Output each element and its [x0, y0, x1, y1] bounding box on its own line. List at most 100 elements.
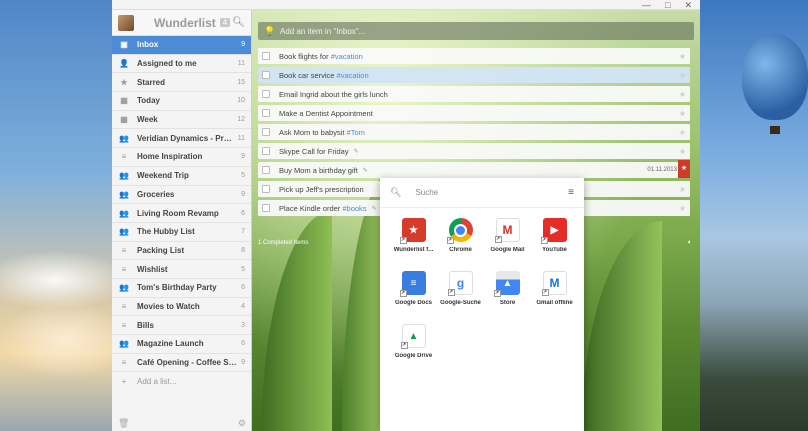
star-icon[interactable]: ★ [679, 90, 686, 99]
task-checkbox[interactable] [262, 147, 270, 155]
sidebar-item[interactable]: ≡ Movies to Watch 4 [112, 298, 251, 317]
sidebar-item[interactable]: 👥 Weekend Trip 5 [112, 167, 251, 186]
task-checkbox[interactable] [262, 204, 270, 212]
notification-badge[interactable]: 4 [219, 18, 231, 27]
gear-icon[interactable]: ⚙ [238, 418, 246, 429]
sidebar-item[interactable]: ▦ Today 10 [112, 92, 251, 111]
star-icon[interactable]: ★ [678, 160, 690, 178]
task-row[interactable]: Buy Mom a birthday gift✎01.11.2013↻★ [258, 160, 690, 178]
sidebar-item-label: Wishlist [137, 264, 168, 274]
sidebar-item[interactable]: 👥 Tom's Birthday Party 6 [112, 279, 251, 298]
sidebar-item-label: Starred [137, 77, 166, 87]
task-title: Make a Dentist Appointment [279, 108, 373, 118]
app-tile[interactable]: ↗ Chrome [437, 218, 484, 253]
task-due-date: 01.11.2013 [647, 167, 677, 173]
task-row[interactable]: Skype Call for Friday ✎ ★ [258, 143, 690, 159]
shared-list-icon: 👥 [119, 189, 129, 199]
sidebar-item-count: 8 [241, 246, 245, 254]
sidebar-item[interactable]: ≡ Wishlist 5 [112, 260, 251, 279]
view-toggle-icon[interactable]: ◐ [688, 239, 692, 246]
app-tile[interactable]: ≡ ↗ Google Docs [390, 271, 437, 306]
sidebar-item[interactable]: 👥 The Hubby List 7 [112, 223, 251, 242]
sidebar-item[interactable]: 👥 Living Room Revamp 6 [112, 204, 251, 223]
sidebar-item-label: Inbox [137, 40, 159, 50]
sidebar-item[interactable]: 👥 Veridian Dynamics - Product...11 [112, 129, 251, 149]
star-icon[interactable]: ★ [679, 52, 686, 61]
sidebar-item[interactable]: ≡ Café Opening - Coffee Supr... 9 [112, 354, 251, 373]
task-checkbox[interactable] [262, 109, 270, 117]
star-icon[interactable]: ★ [679, 185, 686, 194]
star-icon[interactable]: ★ [679, 128, 686, 137]
app-tile[interactable]: g ↗ Google-Suche [437, 271, 484, 306]
sidebar-item[interactable]: ▣ Inbox 9 [112, 36, 251, 55]
avatar[interactable] [118, 14, 134, 31]
task-checkbox[interactable] [262, 52, 270, 60]
balloon-basket-image [770, 126, 780, 134]
star-icon[interactable]: ★ [679, 109, 686, 118]
window-title-bar[interactable]: — □ ✕ [112, 0, 700, 10]
minimize-button[interactable]: — [642, 0, 651, 10]
launcher-search-input[interactable] [415, 188, 569, 197]
task-title: Skype Call for Friday [279, 146, 349, 156]
sidebar-item[interactable]: ▦ Week 12 [112, 111, 251, 130]
sidebar-item[interactable]: 👤 Assigned to me 11 [112, 55, 251, 74]
app-launcher: 🔍︎ ≡ ★↗ Wunderlist f... ↗ Chrome M↗ Google Ma… [380, 178, 584, 431]
task-hashtag[interactable]: #vacation [337, 71, 369, 80]
sidebar-item-count: 15 [237, 78, 245, 86]
hot-air-balloon-image [742, 34, 808, 120]
maximize-button[interactable]: □ [665, 0, 670, 10]
task-hashtag[interactable]: #Tom [347, 128, 365, 137]
sidebar-item-label: Week [137, 115, 158, 125]
task-hashtag[interactable]: #books [342, 204, 366, 213]
task-row[interactable]: Book flights for #vacation ★ [258, 48, 690, 64]
sidebar-item[interactable]: ≡ Packing List 8 [112, 242, 251, 261]
plus-icon: + [121, 376, 127, 386]
task-checkbox[interactable] [262, 90, 270, 98]
shared-list-icon: 👥 [119, 227, 129, 237]
add-list-button[interactable]: + Add a list... [112, 372, 251, 390]
sidebar: Wunderlist 4 🔍︎ ▣ Inbox 9 👤 Assigned to me 11… [112, 10, 252, 431]
sidebar-item[interactable]: 👥 Groceries 9 [112, 186, 251, 205]
calendar-icon: ▦ [120, 96, 128, 106]
task-checkbox[interactable] [262, 185, 270, 193]
task-row[interactable]: Book car service #vacation ★ [258, 67, 690, 83]
sidebar-item[interactable]: 👥 Magazine Launch 6 [112, 335, 251, 354]
task-checkbox[interactable] [262, 128, 270, 136]
app-tile[interactable]: M ↗ Gmail offline [531, 271, 578, 306]
sidebar-item-label: Movies to Watch [137, 301, 200, 311]
search-icon[interactable]: 🔍︎ [232, 17, 245, 28]
star-icon[interactable]: ★ [679, 71, 686, 80]
drive-icon: ▲ ↗ [400, 324, 426, 349]
sidebar-item[interactable]: ≡ Home Inspiration 9 [112, 148, 251, 167]
shared-list-icon: 👥 [119, 339, 129, 349]
completed-items-toggle[interactable]: 1 Completed Items [258, 240, 308, 246]
menu-icon[interactable]: ≡ [568, 187, 574, 198]
sidebar-item-count: 11 [237, 60, 245, 68]
app-tile[interactable]: ▲ ↗ Store [484, 271, 531, 306]
app-tile[interactable]: M ↗ Google Mail [484, 218, 531, 253]
task-title: Ask Mom to babysit #Tom [279, 127, 365, 137]
sidebar-item[interactable]: ≡ Bills 3 [112, 316, 251, 335]
task-row[interactable]: Ask Mom to babysit #Tom ★ [258, 124, 690, 140]
app-tile[interactable]: ▲ ↗ Google Drive [390, 324, 437, 359]
app-title: Wunderlist [154, 15, 216, 30]
note-icon: ✎ [371, 205, 377, 212]
star-icon[interactable]: ★ [679, 204, 686, 213]
task-row[interactable]: Make a Dentist Appointment ★ [258, 105, 690, 121]
task-checkbox[interactable] [262, 71, 270, 79]
wunderlist-icon: ★ ↗ [399, 218, 426, 244]
app-tile[interactable]: ▶ ↗ YouTube [531, 218, 578, 253]
sidebar-item-label: The Hubby List [137, 227, 195, 237]
app-tile[interactable]: ★ ↗ Wunderlist f... [390, 218, 437, 253]
close-button[interactable]: ✕ [684, 0, 692, 10]
task-checkbox[interactable] [262, 166, 270, 174]
sidebar-item-count: 11 [237, 134, 245, 142]
sidebar-item[interactable]: ★ Starred 15 [112, 73, 251, 93]
task-row[interactable]: Email Ingrid about the girls lunch ★ [258, 86, 690, 102]
trash-icon[interactable]: 🗑 [118, 418, 129, 429]
sidebar-item-label: Bills [137, 320, 154, 330]
sidebar-item-label: Weekend Trip [137, 171, 189, 181]
star-icon[interactable]: ★ [679, 147, 686, 156]
add-item-input[interactable] [280, 26, 688, 36]
task-hashtag[interactable]: #vacation [331, 52, 363, 61]
